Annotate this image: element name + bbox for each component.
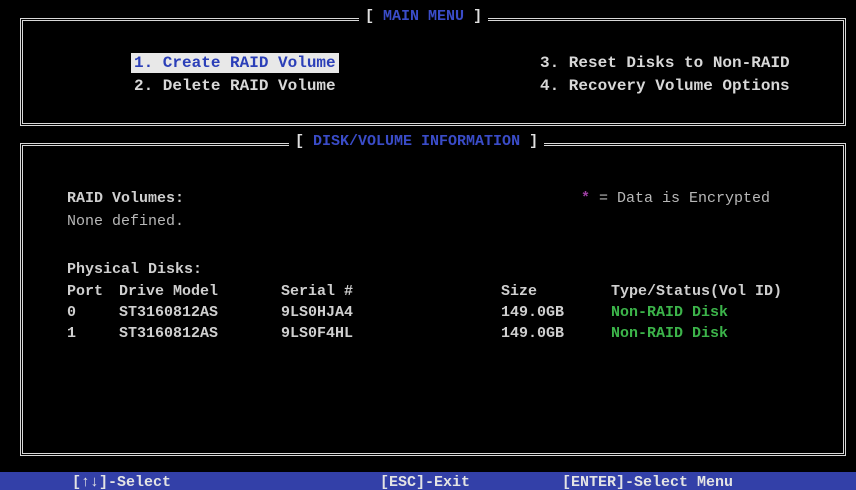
key-help-bar: [↑↓]-Select [ESC]-Exit [ENTER]-Select Me… [0,472,856,490]
disk-info-title: [ DISK/VOLUME INFORMATION ] [289,133,545,150]
disk-size: 149.0GB [501,304,565,321]
title-bracket-open: [ [365,8,375,25]
menu-item-recovery-volume-options[interactable]: 4. Recovery Volume Options [537,76,793,96]
main-menu-panel: [ MAIN MENU ] 1. Create RAID Volume 2. D… [20,8,846,126]
column-header-drive-model: Drive Model [119,283,219,300]
raid-volumes-value: None defined. [67,213,185,230]
raid-volumes-label: RAID Volumes: [67,190,185,207]
disk-size: 149.0GB [501,325,565,342]
disk-status: Non-RAID Disk [611,304,729,321]
title-bracket-close: ] [473,8,483,25]
main-menu-title: [ MAIN MENU ] [359,8,489,25]
column-header-size: Size [501,283,538,300]
disk-port: 1 [67,325,77,342]
menu-item-create-raid-volume[interactable]: 1. Create RAID Volume [131,53,339,73]
enter-select-menu-hint: [ENTER]-Select Menu [562,474,734,490]
encrypted-star-icon: * [581,190,591,207]
disk-model: ST3160812AS [119,325,219,342]
physical-disks-label: Physical Disks: [67,261,203,278]
menu-item-delete-raid-volume[interactable]: 2. Delete RAID Volume [131,76,339,96]
main-menu-title-text: MAIN MENU [383,8,465,25]
column-header-type-status: Type/Status(Vol ID) [611,283,783,300]
disk-status: Non-RAID Disk [611,325,729,342]
column-header-port: Port [67,283,104,300]
disk-volume-info-panel: [ DISK/VOLUME INFORMATION ] RAID Volumes… [20,133,846,456]
disk-model: ST3160812AS [119,304,219,321]
column-header-serial: Serial # [281,283,354,300]
menu-item-reset-disks[interactable]: 3. Reset Disks to Non-RAID [537,53,793,73]
esc-exit-hint: [ESC]-Exit [380,474,471,490]
disk-port: 0 [67,304,77,321]
title-bracket-open: [ [295,133,305,150]
encrypted-note: = Data is Encrypted [599,190,771,207]
select-key-hint: [↑↓]-Select [72,474,172,490]
disk-serial: 9LS0F4HL [281,325,354,342]
encrypted-legend: * = Data is Encrypted [581,189,770,209]
disk-info-title-text: DISK/VOLUME INFORMATION [313,133,521,150]
disk-serial: 9LS0HJA4 [281,304,354,321]
title-bracket-close: ] [529,133,539,150]
